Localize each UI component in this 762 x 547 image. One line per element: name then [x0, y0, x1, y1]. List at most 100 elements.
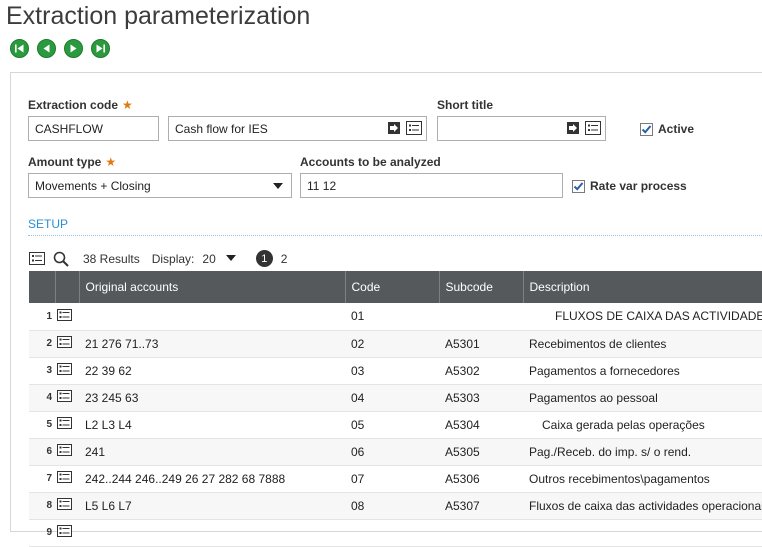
table-row[interactable]: 9 — [29, 519, 762, 547]
row-action[interactable] — [55, 411, 79, 439]
form-panel: Extraction code ★ CASHFLOW Cash flow for … — [10, 72, 762, 547]
table-row[interactable]: 2 21 276 71..73 02 A5301 Recebimentos de cli… — [29, 330, 762, 358]
short-title-field[interactable] — [437, 116, 606, 141]
cell-subcode[interactable]: A5305 — [439, 438, 523, 466]
row-action[interactable] — [55, 438, 79, 466]
column-header-original-accounts[interactable]: Original accounts — [79, 271, 346, 303]
cell-original-accounts[interactable] — [79, 303, 345, 331]
table-row[interactable]: 5 L2 L3 L4 05 A5304 Caixa gerada pelas opera… — [29, 411, 762, 439]
cell-code[interactable]: 01 — [345, 303, 439, 331]
translate-icon[interactable] — [387, 121, 401, 135]
next-record-button[interactable] — [64, 39, 83, 58]
row-action[interactable] — [55, 384, 79, 412]
row-action[interactable] — [55, 330, 79, 358]
rate-var-checkbox[interactable]: Rate var process — [572, 179, 687, 193]
cell-original-accounts[interactable]: L5 L6 L7 — [79, 492, 345, 520]
table-row[interactable]: 4 23 245 63 04 A5303 Pagamentos ao pessoal — [29, 384, 762, 412]
list-icon[interactable] — [406, 121, 422, 135]
row-number: 2 — [29, 330, 55, 358]
search-icon[interactable] — [53, 251, 69, 267]
cell-subcode[interactable]: A5307 — [439, 492, 523, 520]
cell-original-accounts[interactable]: 241 — [79, 438, 345, 466]
table-row[interactable]: 6 241 06 A5305 Pag./Receb. do imp. s/ o rend… — [29, 438, 762, 466]
first-icon — [15, 44, 24, 53]
cell-subcode[interactable]: A5306 — [439, 465, 523, 493]
display-count[interactable]: 20 — [202, 252, 215, 266]
checkbox-box[interactable] — [572, 179, 585, 193]
active-checkbox[interactable]: Active — [640, 122, 694, 136]
row-menu-icon[interactable] — [57, 471, 72, 483]
cell-subcode[interactable]: A5302 — [439, 357, 523, 385]
column-header-code[interactable]: Code — [345, 271, 440, 303]
cell-subcode[interactable]: A5303 — [439, 384, 523, 412]
cell-description[interactable]: Recebimentos de clientes — [523, 330, 762, 358]
grid-settings-icon[interactable] — [29, 252, 45, 265]
row-action[interactable] — [55, 519, 79, 547]
previous-record-button[interactable] — [37, 39, 56, 58]
cell-code[interactable]: 06 — [345, 438, 439, 466]
chevron-down-icon[interactable] — [273, 183, 283, 189]
translate-icon[interactable] — [566, 121, 580, 135]
setup-section-title[interactable]: SETUP — [28, 217, 68, 231]
cell-code[interactable]: 03 — [345, 357, 439, 385]
row-action-header — [55, 271, 80, 303]
accounts-field[interactable]: 11 12 — [300, 173, 563, 198]
table-row[interactable]: 3 22 39 62 03 A5302 Pagamentos a fornecedore… — [29, 357, 762, 385]
cell-description[interactable]: Pagamentos a fornecedores — [523, 357, 762, 385]
cell-original-accounts[interactable]: 242..244 246..249 26 27 282 68 7888 — [79, 465, 345, 493]
column-header-description[interactable]: Description — [523, 271, 762, 303]
last-record-button[interactable] — [91, 39, 110, 58]
row-menu-icon[interactable] — [57, 336, 72, 348]
column-header-subcode[interactable]: Subcode — [439, 271, 524, 303]
cell-subcode[interactable]: A5301 — [439, 330, 523, 358]
amount-type-select[interactable]: Movements + Closing — [28, 173, 292, 198]
first-record-button[interactable] — [10, 39, 29, 58]
results-count: 38 Results — [83, 251, 140, 266]
row-menu-icon[interactable] — [57, 390, 72, 402]
cell-original-accounts[interactable]: 21 276 71..73 — [79, 330, 345, 358]
cell-original-accounts[interactable]: 23 245 63 — [79, 384, 345, 412]
row-action[interactable] — [55, 492, 79, 520]
extraction-code-field[interactable]: CASHFLOW — [28, 116, 159, 141]
cell-code[interactable]: 08 — [345, 492, 439, 520]
cell-code[interactable]: 02 — [345, 330, 439, 358]
cell-code[interactable]: 05 — [345, 411, 439, 439]
cell-description[interactable]: Pagamentos ao pessoal — [523, 384, 762, 412]
cell-code[interactable] — [345, 519, 439, 547]
row-number: 8 — [29, 492, 55, 520]
row-menu-icon[interactable] — [57, 498, 72, 510]
checkbox-box[interactable] — [640, 122, 653, 136]
cell-description[interactable]: FLUXOS DE CAIXA DAS ACTIVIDADES OPERACIO… — [523, 303, 762, 331]
page-2-button[interactable]: 2 — [281, 252, 288, 266]
row-action[interactable] — [55, 357, 79, 385]
row-action[interactable] — [55, 465, 79, 493]
cell-original-accounts[interactable]: 22 39 62 — [79, 357, 345, 385]
cell-description[interactable]: Pag./Receb. do imp. s/ o rend. — [523, 438, 762, 466]
cell-description[interactable] — [523, 519, 762, 547]
cell-subcode[interactable] — [439, 303, 523, 331]
cell-description[interactable]: Outros recebimentos\pagamentos — [523, 465, 762, 493]
table-row[interactable]: 1 01 FLUXOS DE CAIXA DAS ACTIVIDADES OPERA… — [29, 303, 762, 331]
chevron-down-icon[interactable] — [225, 255, 236, 262]
table-row[interactable]: 8 L5 L6 L7 08 A5307 Fluxos de caixa das acti… — [29, 492, 762, 520]
description-field[interactable]: Cash flow for IES — [168, 116, 427, 141]
cell-description[interactable]: Caixa gerada pelas operações — [523, 411, 762, 439]
row-action[interactable] — [55, 303, 79, 331]
required-marker: ★ — [122, 98, 133, 112]
cell-code[interactable]: 04 — [345, 384, 439, 412]
cell-description[interactable]: Fluxos de caixa das actividades operacio… — [523, 492, 762, 520]
cell-subcode[interactable]: A5304 — [439, 411, 523, 439]
section-divider — [28, 235, 762, 236]
row-menu-icon[interactable] — [57, 363, 72, 375]
cell-original-accounts[interactable]: L2 L3 L4 — [79, 411, 345, 439]
row-menu-icon[interactable] — [57, 444, 72, 456]
cell-original-accounts[interactable] — [79, 519, 345, 547]
page-1-button[interactable]: 1 — [255, 250, 273, 267]
list-icon[interactable] — [585, 121, 601, 135]
row-menu-icon[interactable] — [57, 417, 72, 429]
row-menu-icon[interactable] — [57, 525, 72, 537]
cell-subcode[interactable] — [439, 519, 523, 547]
row-menu-icon[interactable] — [57, 308, 72, 321]
table-row[interactable]: 7 242..244 246..249 26 27 282 68 7888 07 A5… — [29, 465, 762, 493]
cell-code[interactable]: 07 — [345, 465, 439, 493]
